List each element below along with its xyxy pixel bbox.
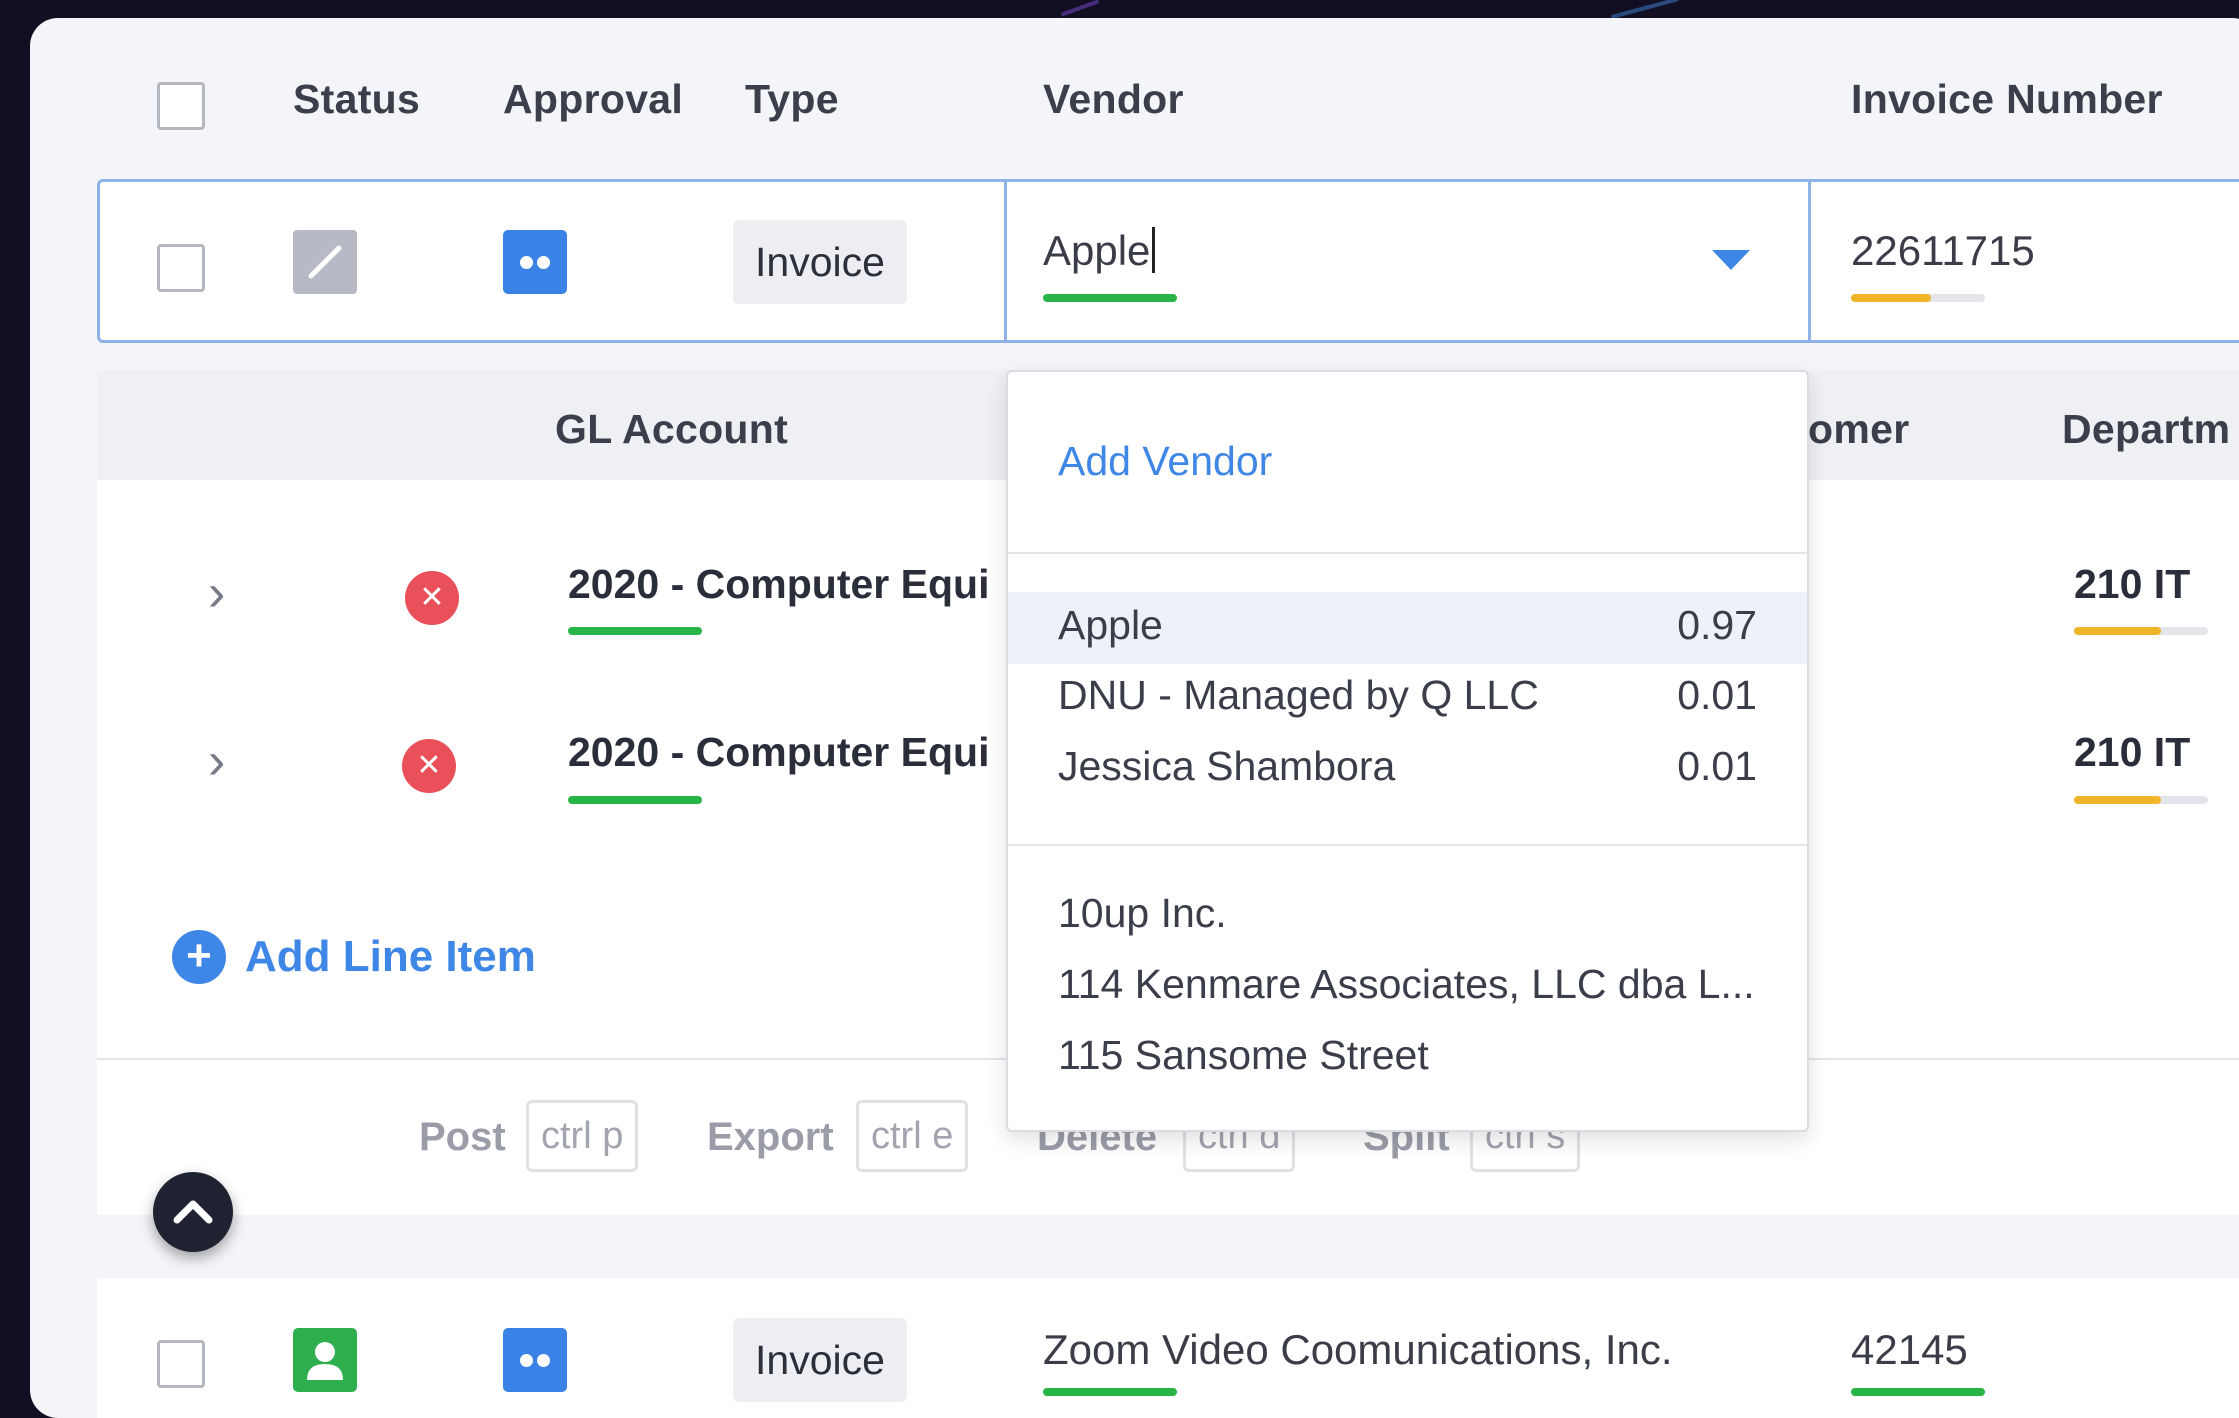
divider	[1008, 844, 1807, 846]
row-checkbox[interactable]	[157, 1340, 205, 1388]
gl-account-value[interactable]: 2020 - Computer Equi	[568, 729, 989, 776]
chevron-up-icon	[173, 1200, 213, 1224]
edit-icon[interactable]	[293, 230, 357, 294]
export-shortcut: ctrl e	[856, 1100, 969, 1172]
header-approval[interactable]: Approval	[503, 76, 683, 123]
invoice-confidence-bar	[1851, 294, 1985, 302]
post-button[interactable]: Post	[419, 1115, 506, 1160]
post-shortcut: ctrl p	[526, 1100, 639, 1172]
header-department[interactable]: Departm	[2062, 406, 2230, 453]
vendor-dropdown: Add Vendor Apple 0.97 DNU - Managed by Q…	[1006, 370, 1809, 1132]
header-gl-account[interactable]: GL Account	[555, 406, 788, 453]
department-value[interactable]: 210 IT	[2074, 561, 2190, 608]
dropdown-option[interactable]: 114 Kenmare Associates, LLC dba L...	[1058, 961, 1755, 1008]
vendor-value[interactable]: Zoom Video Coomunications, Inc.	[1043, 1326, 1673, 1374]
add-line-item-link[interactable]: Add Line Item	[245, 932, 536, 982]
header-customer[interactable]: omer	[1808, 406, 1909, 453]
invoice-number-value[interactable]: 22611715	[1851, 227, 2035, 275]
plus-circle-icon[interactable]: +	[172, 930, 226, 984]
vendor-confidence-bar	[1043, 294, 1177, 302]
chevron-down-icon[interactable]	[1712, 250, 1750, 277]
department-confidence-bar	[2074, 627, 2208, 635]
gl-account-value[interactable]: 2020 - Computer Equi	[568, 561, 989, 608]
export-button[interactable]: Export	[707, 1115, 834, 1160]
header-vendor[interactable]: Vendor	[1043, 76, 1184, 123]
approval-icon[interactable]	[503, 1328, 567, 1392]
dropdown-option-score: 0.97	[1677, 602, 1757, 648]
select-all-checkbox[interactable]	[157, 82, 205, 130]
chevron-right-icon[interactable]: ›	[208, 731, 225, 791]
row-checkbox[interactable]	[157, 244, 205, 292]
person-icon[interactable]	[293, 1328, 357, 1392]
background-streak	[1060, 0, 1100, 17]
divider	[1008, 552, 1807, 554]
approval-icon[interactable]	[503, 230, 567, 294]
collapse-button[interactable]	[153, 1172, 233, 1252]
invoice-number-value[interactable]: 42145	[1851, 1326, 1968, 1374]
type-tag: Invoice	[733, 1318, 907, 1402]
dropdown-option[interactable]: 115 Sansome Street	[1058, 1032, 1429, 1079]
department-confidence-bar	[2074, 796, 2208, 804]
dropdown-option[interactable]: Apple	[1058, 602, 1163, 649]
vendor-input[interactable]: Apple	[1043, 227, 1156, 275]
dropdown-option-score: 0.01	[1677, 743, 1757, 789]
gl-confidence-bar	[568, 627, 702, 635]
chevron-right-icon[interactable]: ›	[208, 563, 225, 623]
type-tag: Invoice	[733, 220, 907, 304]
x-circle-icon[interactable]: ✕	[405, 571, 459, 625]
x-circle-icon[interactable]: ✕	[402, 739, 456, 793]
dropdown-option[interactable]: Jessica Shambora	[1058, 743, 1395, 790]
dropdown-option[interactable]: DNU - Managed by Q LLC	[1058, 672, 1539, 719]
dropdown-option-score: 0.01	[1677, 672, 1757, 718]
background-streak	[1610, 0, 1680, 19]
header-type[interactable]: Type	[745, 76, 839, 123]
header-status[interactable]: Status	[293, 76, 420, 123]
add-vendor-link[interactable]: Add Vendor	[1058, 438, 1272, 485]
gl-confidence-bar	[568, 796, 702, 804]
department-value[interactable]: 210 IT	[2074, 729, 2190, 776]
header-invoice-number[interactable]: Invoice Number	[1851, 76, 2163, 123]
dropdown-option[interactable]: 10up Inc.	[1058, 890, 1227, 937]
